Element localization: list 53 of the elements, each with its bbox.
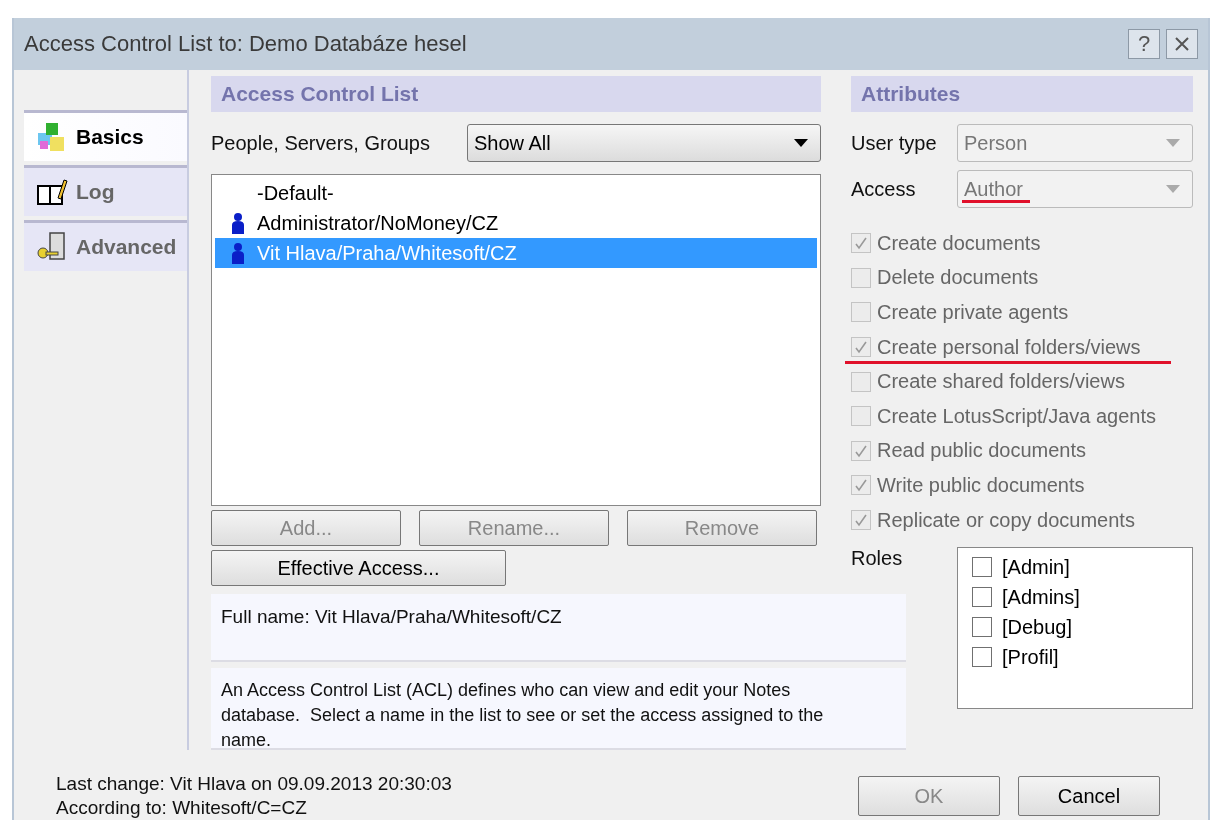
checkmark-icon — [854, 340, 868, 355]
role-label: [Admin] — [1002, 555, 1070, 579]
role-label: [Profil] — [1002, 645, 1059, 669]
section-header: Access Control List — [211, 76, 821, 112]
close-button[interactable] — [1166, 29, 1198, 59]
checkbox-label: Create shared folders/views — [877, 370, 1125, 394]
key-server-icon — [36, 231, 68, 263]
checkbox-label: Create personal folders/views — [877, 335, 1141, 359]
checkbox-label: Read public documents — [877, 439, 1086, 463]
filter-dropdown[interactable]: Show All — [467, 124, 821, 162]
role-label: [Admins] — [1002, 585, 1080, 609]
sidebar-tab[interactable]: Log — [24, 165, 187, 216]
checkmark-icon — [854, 443, 868, 458]
help-button[interactable]: ? — [1128, 29, 1160, 59]
sidebar-tab[interactable]: Advanced — [24, 220, 187, 271]
book-pencil-icon — [36, 176, 68, 208]
effective-access-button[interactable]: Effective Access... — [211, 550, 506, 586]
checkbox[interactable] — [972, 647, 992, 668]
section-header: Attributes — [851, 76, 1193, 112]
checkbox-label: Delete documents — [877, 266, 1039, 290]
dialog-button[interactable]: Cancel — [1018, 776, 1160, 816]
full-name-text: Full name: Vit Hlava/Praha/Whitesoft/CZ — [221, 605, 563, 629]
close-icon — [1174, 36, 1190, 52]
status-text: According to: Whitesoft/C=CZ — [56, 796, 308, 820]
roles-label: Roles — [851, 547, 903, 572]
checkmark-icon — [854, 236, 868, 251]
dropdown-caret-icon — [794, 139, 808, 147]
person-icon — [230, 242, 246, 264]
sidebar-tab[interactable]: Basics — [24, 110, 187, 161]
checkbox[interactable] — [972, 617, 992, 638]
role-label: [Debug] — [1002, 615, 1073, 639]
description-text: An Access Control List (ACL) defines who can view and edit your Notes database. Select a name in the list to see or set the access assigned to the name. — [221, 679, 825, 752]
checkmark-icon — [854, 478, 868, 493]
checkbox-label: Write public documents — [877, 473, 1085, 497]
checkbox[interactable] — [972, 587, 992, 608]
list-item[interactable]: Administrator/NoMoney/CZ — [215, 208, 817, 238]
status-text: Last change: Vit Hlava on 09.09.2013 20:30:03 — [56, 772, 452, 796]
person-icon — [230, 212, 246, 234]
checkbox-label: Create private agents — [877, 301, 1069, 324]
filter-label: People, Servers, Groups — [211, 131, 430, 155]
underline-mark — [962, 200, 1030, 203]
dropdown-caret-icon — [1166, 185, 1180, 193]
list-item[interactable]: -Default- — [215, 178, 817, 208]
checkbox-label: Replicate or copy documents — [877, 508, 1135, 532]
field-label: Access — [851, 177, 916, 201]
checkmark-icon — [854, 513, 868, 528]
dropdown-caret-icon — [1166, 139, 1180, 147]
checkbox-label: Create LotusScript/Java agents — [877, 404, 1157, 428]
window-title: Access Control List to: Demo Databáze hesel — [24, 31, 467, 57]
checkbox-label: Create documents — [877, 231, 1041, 255]
checkbox[interactable] — [972, 557, 992, 578]
list-item[interactable]: Vit Hlava/Praha/Whitesoft/CZ — [215, 238, 817, 268]
field-label: User type — [851, 131, 937, 155]
